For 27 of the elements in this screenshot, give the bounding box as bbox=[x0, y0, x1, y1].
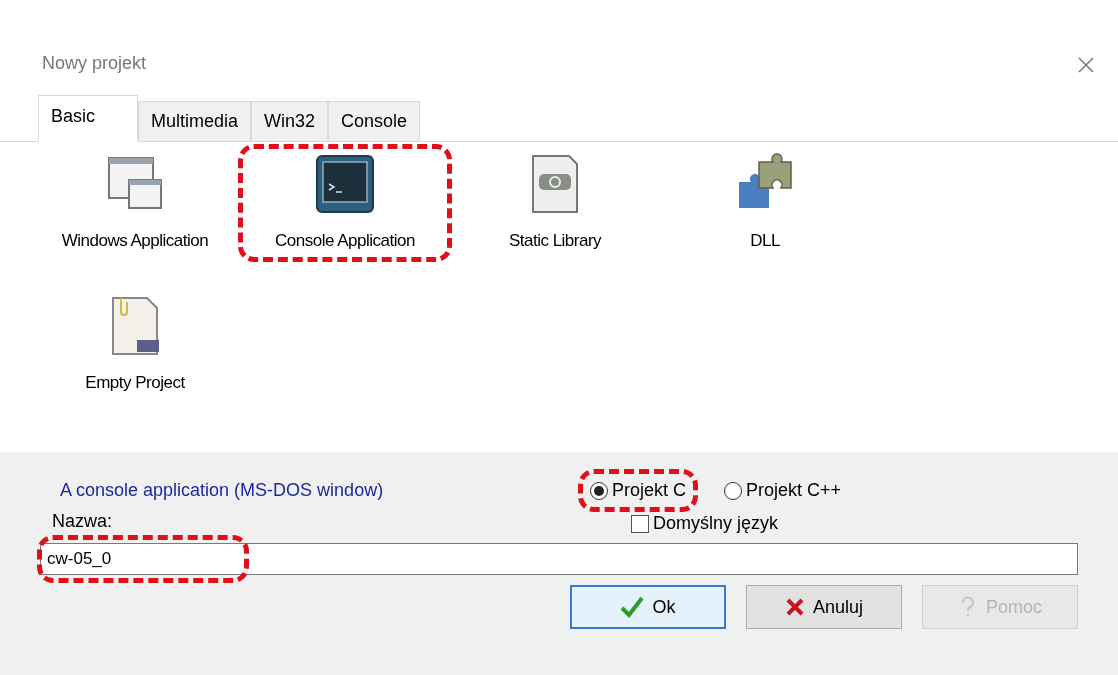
tab[interactable]: Win32 bbox=[251, 101, 329, 142]
radio-option[interactable]: Projekt C bbox=[590, 477, 687, 504]
radio-label: Projekt C bbox=[612, 479, 687, 502]
radio-option[interactable]: Projekt C++ bbox=[724, 477, 842, 504]
template-item[interactable]: Windows Application bbox=[40, 152, 230, 254]
tab[interactable]: Multimedia bbox=[138, 101, 252, 142]
tab[interactable]: Console bbox=[328, 101, 421, 142]
template-item[interactable]: Console Application bbox=[250, 152, 440, 254]
template-item[interactable]: Static Library bbox=[460, 152, 650, 254]
chip-icon bbox=[313, 152, 377, 216]
template-item[interactable]: Empty Project bbox=[40, 293, 230, 395]
checkbox[interactable] bbox=[630, 514, 649, 533]
close-icon bbox=[1077, 56, 1095, 74]
radio-button[interactable] bbox=[590, 481, 608, 500]
radio-label: Projekt C++ bbox=[746, 479, 842, 502]
checkbox-label: Domyślny język bbox=[652, 512, 778, 535]
template-item[interactable]: DLL bbox=[670, 152, 860, 254]
dialog-button[interactable]: Ok bbox=[570, 585, 726, 629]
dialog-button[interactable]: Anuluj bbox=[746, 585, 902, 629]
window-title: Nowy projekt bbox=[42, 52, 147, 75]
name-input-field[interactable]: cw-05_0 bbox=[40, 543, 1078, 575]
cross-icon bbox=[784, 597, 805, 617]
radio-button[interactable] bbox=[724, 481, 743, 500]
description-text: A console application (MS-DOS window) bbox=[60, 479, 385, 502]
tab[interactable]: Basic bbox=[38, 95, 138, 142]
field-label: Nazwa: bbox=[51, 510, 113, 533]
check-icon bbox=[620, 596, 645, 618]
